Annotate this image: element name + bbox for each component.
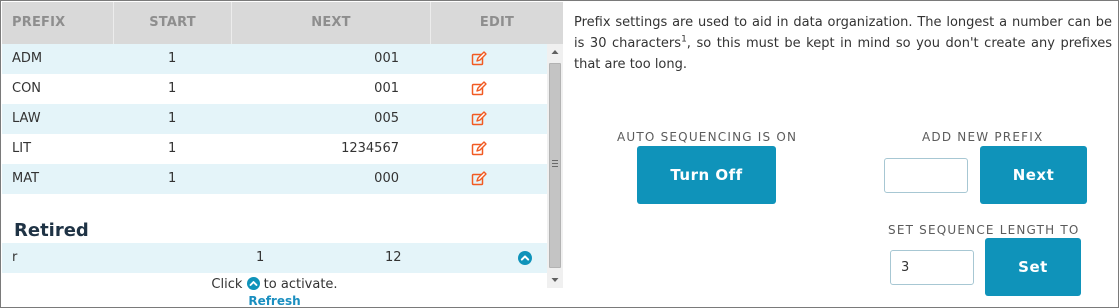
table-scrollbar[interactable] (547, 44, 563, 288)
sequence-length-input[interactable] (890, 250, 974, 285)
retired-heading: Retired (14, 220, 89, 241)
next-cell: 005 (374, 111, 399, 126)
start-cell: 1 (256, 250, 265, 265)
edit-icon[interactable] (471, 81, 487, 97)
prefix-settings-panel: PREFIX START NEXT EDIT ADM 1 001 CON 1 0… (0, 0, 1119, 308)
header-prefix[interactable]: PREFIX (2, 2, 114, 44)
table-row: ADM 1 001 (2, 44, 547, 74)
next-cell: 000 (374, 171, 399, 186)
refresh-link[interactable]: Refresh (2, 294, 547, 307)
next-cell: 001 (374, 81, 399, 96)
prefix-table-panel: PREFIX START NEXT EDIT ADM 1 001 CON 1 0… (2, 2, 563, 307)
start-cell: 1 (168, 141, 177, 156)
start-cell: 1 (168, 51, 177, 66)
edit-icon[interactable] (471, 141, 487, 157)
chevron-up-circle-icon (246, 277, 260, 290)
start-cell: 1 (168, 171, 177, 186)
settings-panel: Prefix settings are used to aid in data … (564, 2, 1118, 307)
next-button[interactable]: Next (980, 146, 1087, 204)
activate-hint: Click to activate. (2, 276, 547, 294)
edit-icon[interactable] (471, 51, 487, 67)
header-next[interactable]: NEXT (232, 2, 431, 44)
table-row: LAW 1 005 (2, 104, 547, 134)
retired-row: r 1 12 (2, 243, 547, 273)
prefix-cell: LAW (12, 111, 41, 126)
prefix-cell: LIT (12, 141, 32, 156)
prefix-cell: ADM (12, 51, 43, 66)
edit-icon[interactable] (471, 111, 487, 127)
next-cell: 1234567 (341, 141, 399, 156)
set-button[interactable]: Set (985, 238, 1081, 296)
grip-icon (552, 160, 558, 167)
new-prefix-input[interactable] (884, 158, 968, 193)
next-cell: 12 (385, 250, 402, 265)
next-cell: 001 (374, 51, 399, 66)
scroll-down-arrow-icon[interactable] (547, 272, 563, 288)
info-text: Prefix settings are used to aid in data … (574, 12, 1112, 75)
start-cell: 1 (168, 111, 177, 126)
hint-text-before: Click (211, 277, 243, 292)
sequence-length-label: SET SEQUENCE LENGTH TO (888, 223, 1080, 237)
table-header: PREFIX START NEXT EDIT (2, 2, 563, 44)
header-start[interactable]: START (114, 2, 232, 44)
table-row: LIT 1 1234567 (2, 134, 547, 164)
start-cell: 1 (168, 81, 177, 96)
add-prefix-label: ADD NEW PREFIX (922, 130, 1044, 144)
edit-icon[interactable] (471, 171, 487, 187)
hint-text-after: to activate. (263, 277, 338, 292)
prefix-cell: MAT (12, 171, 40, 186)
prefix-cell: CON (12, 81, 42, 96)
turn-off-button[interactable]: Turn Off (637, 146, 776, 204)
scroll-thumb[interactable] (549, 63, 561, 268)
prefix-cell: r (12, 250, 18, 265)
auto-sequencing-label: AUTO SEQUENCING IS ON (617, 130, 798, 144)
table-row: MAT 1 000 (2, 164, 547, 194)
scroll-up-arrow-icon[interactable] (547, 44, 563, 60)
header-edit: EDIT (479, 15, 515, 30)
table-body: ADM 1 001 CON 1 001 LAW 1 005 LIT 1 1234… (2, 44, 547, 307)
activate-icon[interactable] (518, 251, 532, 265)
table-row: CON 1 001 (2, 74, 547, 104)
